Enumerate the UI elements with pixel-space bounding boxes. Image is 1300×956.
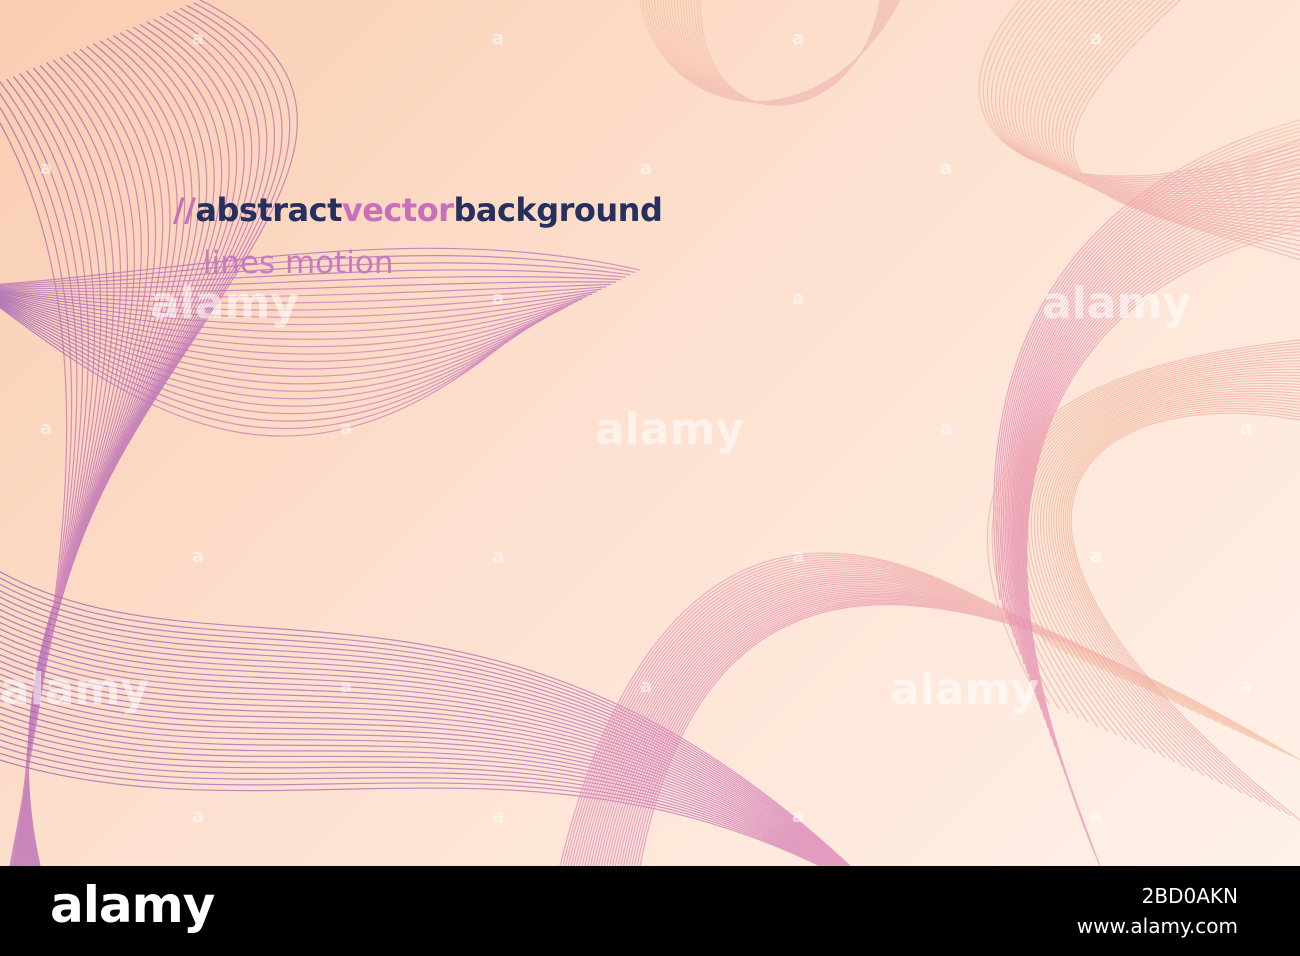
artwork: //abstractvectorbackground lines motion … (0, 0, 1300, 866)
footer-bar: alamy 2BD0AKN www.alamy.com (0, 866, 1300, 956)
wave-line (1016, 176, 1300, 738)
watermark-mark: a (640, 158, 653, 179)
watermark-mark: a (640, 676, 653, 697)
watermark-mark: a (192, 28, 205, 49)
wave-line (0, 106, 73, 866)
headline-slashes: // (173, 191, 196, 229)
wave-line (606, 585, 1202, 866)
wave-line (636, 602, 1293, 866)
watermark-mark: a (192, 806, 205, 827)
subheadline: lines motion (203, 245, 394, 281)
wave-line (589, 575, 1152, 866)
watermark-mark: a (1240, 676, 1253, 697)
watermark: alamy (1042, 278, 1191, 329)
watermark-mark: a (40, 418, 53, 439)
watermark-mark: a (40, 158, 53, 179)
watermark-mark: a (192, 546, 205, 567)
wave-line (584, 571, 1135, 866)
alamy-logo: alamy (50, 876, 215, 934)
watermark-mark: a (1090, 28, 1103, 49)
watermark: alamy (0, 664, 149, 715)
watermark-mark: a (1090, 546, 1103, 567)
wave-line (0, 288, 602, 311)
stock-image: //abstractvectorbackground lines motion … (0, 0, 1300, 956)
watermark: alamy (150, 278, 299, 329)
watermark-mark: a (792, 806, 805, 827)
watermark-mark: a (940, 158, 953, 179)
headline-word-vector: vector (341, 191, 454, 229)
watermark-mark: a (940, 418, 953, 439)
wave-line (0, 81, 84, 866)
watermark-mark: a (492, 546, 505, 567)
wave-line (26, 21, 238, 866)
watermark: alamy (890, 664, 1039, 715)
wave-line (27, 7, 275, 866)
wave-line (1068, 410, 1300, 817)
headline-word-background: background (453, 191, 663, 229)
headline: //abstractvectorbackground (173, 191, 663, 229)
watermark-mark: a (492, 806, 505, 827)
watermark-mark: a (492, 288, 505, 309)
wave-line (1053, 393, 1300, 785)
wave-line (609, 587, 1210, 866)
wave-line (653, 0, 896, 103)
wave-line (25, 24, 230, 866)
watermark-mark: a (1090, 806, 1103, 827)
watermark-mark: a (492, 28, 505, 49)
watermark-mark: a (792, 546, 805, 567)
wave-line (0, 283, 612, 298)
wave-line (0, 739, 824, 866)
wave-line (1012, 357, 1300, 728)
wave-line (1070, 412, 1300, 821)
wave-line (647, 0, 898, 103)
wave-line (578, 567, 1119, 866)
headline-word-abstract: abstract (195, 191, 342, 229)
image-id: 2BD0AKN (1141, 884, 1238, 908)
watermark-mark: a (792, 288, 805, 309)
wave-line (650, 0, 897, 103)
wave-line (1064, 405, 1300, 808)
wave-bundle-top-center (639, 0, 901, 106)
wave-line (0, 712, 828, 866)
site-url: www.alamy.com (1076, 914, 1238, 938)
watermark-mark: a (340, 676, 353, 697)
watermark-mark: a (1240, 418, 1253, 439)
watermark-mark: a (792, 28, 805, 49)
watermark: alamy (595, 404, 744, 455)
watermark-mark: a (340, 418, 353, 439)
